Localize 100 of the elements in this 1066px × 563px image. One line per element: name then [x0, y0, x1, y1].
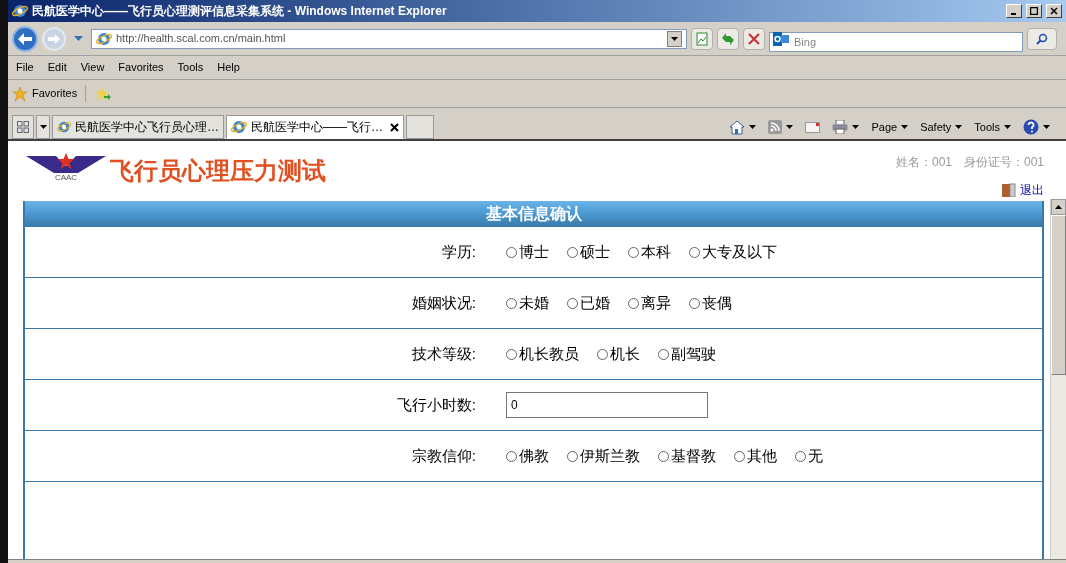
compatibility-button[interactable]	[691, 27, 713, 50]
radio-button[interactable]	[506, 297, 517, 309]
browser-tab[interactable]: 民航医学中心飞行员心理…	[52, 115, 224, 139]
menu-item[interactable]: View	[80, 59, 105, 76]
radio-button[interactable]	[506, 246, 517, 258]
radio-button[interactable]	[658, 450, 669, 462]
radio-button[interactable]	[567, 246, 578, 258]
radio-option[interactable]: 博士	[506, 240, 549, 264]
feeds-button[interactable]	[768, 120, 794, 134]
maximize-icon	[1030, 7, 1038, 15]
url-text: http://health.scal.com.cn/main.html	[116, 31, 287, 47]
close-button[interactable]	[1046, 4, 1062, 18]
tab-list-button[interactable]	[36, 115, 50, 139]
field-label: 飞行小时数:	[396, 394, 476, 415]
radio-option[interactable]: 已婚	[567, 291, 610, 315]
logout-link[interactable]: 退出	[1002, 181, 1044, 199]
address-field[interactable]: http://health.scal.com.cn/main.html	[91, 28, 687, 49]
refresh-button[interactable]	[717, 27, 739, 50]
close-icon	[747, 31, 761, 46]
caret-icon	[852, 125, 860, 129]
radio-button[interactable]	[628, 297, 639, 309]
caret-icon	[786, 125, 794, 129]
feed-icon	[768, 120, 783, 134]
radio-button[interactable]	[689, 297, 700, 309]
maximize-button[interactable]	[1026, 4, 1042, 18]
menu-item[interactable]: Favorites	[118, 59, 164, 76]
grid-icon	[17, 121, 29, 133]
url-dropdown[interactable]	[667, 30, 682, 47]
radio-option[interactable]: 副驾驶	[658, 342, 716, 366]
print-button[interactable]	[832, 120, 860, 134]
hours-field[interactable]: 0	[506, 392, 708, 418]
radio-option[interactable]: 佛教	[506, 444, 549, 468]
app-title: 飞行员心理压力测试	[110, 159, 326, 183]
radio-option[interactable]: 机长教员	[506, 342, 579, 366]
envelope-icon	[805, 121, 821, 133]
star-icon	[12, 85, 28, 102]
home-button[interactable]	[729, 119, 757, 135]
caret-icon	[955, 125, 963, 129]
radio-option[interactable]: 本科	[628, 240, 671, 264]
command-menu[interactable]: Tools	[974, 118, 1011, 136]
radio-button[interactable]	[658, 348, 669, 360]
caret-icon	[749, 125, 757, 129]
radio-option[interactable]: 大专及以下	[689, 240, 777, 264]
search-field[interactable]: Bing	[769, 31, 1023, 52]
radio-button[interactable]	[506, 348, 517, 360]
star-arrow-icon	[94, 85, 113, 102]
refresh-icon	[721, 31, 735, 46]
radio-option[interactable]: 无	[795, 444, 823, 468]
minimize-button[interactable]	[1006, 4, 1022, 18]
search-icon	[1036, 32, 1048, 45]
quick-tabs-button[interactable]	[12, 115, 34, 139]
field-label: 宗教信仰:	[411, 445, 476, 466]
radio-option[interactable]: 未婚	[506, 291, 549, 315]
radio-button[interactable]	[689, 246, 700, 258]
radio-button[interactable]	[567, 297, 578, 309]
help-icon	[1023, 119, 1039, 135]
door-icon	[1002, 183, 1016, 197]
back-button[interactable]	[12, 25, 38, 52]
menu-item[interactable]: Help	[217, 59, 240, 76]
radio-button[interactable]	[628, 246, 639, 258]
house-icon	[729, 119, 746, 135]
mail-button[interactable]	[805, 121, 821, 133]
search-button[interactable]	[1027, 27, 1057, 50]
command-menu[interactable]: Page	[871, 118, 909, 136]
close-icon[interactable]	[390, 122, 399, 132]
arrow-left-icon	[18, 32, 32, 45]
radio-button[interactable]	[597, 348, 608, 360]
page-chart-icon	[695, 31, 709, 46]
field-label: 技术等级:	[411, 343, 476, 364]
caret-icon	[1004, 125, 1011, 129]
form-title: 基本信息确认	[485, 204, 582, 224]
scroll-thumb[interactable]	[1051, 215, 1066, 375]
browser-tab[interactable]: 民航医学中心——飞行…	[226, 115, 404, 139]
radio-button[interactable]	[567, 450, 578, 462]
radio-option[interactable]: 丧偶	[689, 291, 732, 315]
menu-item[interactable]: Edit	[47, 59, 67, 76]
command-menu[interactable]: Safety	[920, 118, 963, 136]
radio-option[interactable]: 硕士	[567, 240, 610, 264]
menu-item[interactable]: File	[16, 59, 34, 76]
radio-option[interactable]: 其他	[734, 444, 777, 468]
window-title: 民航医学中心——飞行员心理测评信息采集系统 - Windows Internet Explorer	[32, 3, 447, 20]
radio-button[interactable]	[795, 450, 806, 462]
radio-button[interactable]	[734, 450, 745, 462]
menu-item[interactable]: Tools	[177, 59, 204, 76]
scroll-up-button[interactable]	[1051, 199, 1066, 215]
radio-button[interactable]	[506, 450, 517, 462]
globe-e-icon	[231, 119, 247, 135]
logo-text: CAAC	[54, 174, 78, 182]
printer-icon	[832, 120, 849, 134]
help-button[interactable]	[1023, 119, 1050, 135]
radio-option[interactable]: 离异	[628, 291, 671, 315]
stop-button[interactable]	[743, 27, 765, 50]
up-arrow-icon	[1055, 205, 1062, 209]
radio-option[interactable]: 伊斯兰教	[567, 444, 640, 468]
field-label: 学历:	[441, 241, 476, 262]
radio-option[interactable]: 基督教	[658, 444, 716, 468]
caret-icon	[39, 125, 47, 129]
radio-option[interactable]: 机长	[597, 342, 640, 366]
caret-icon	[671, 36, 678, 41]
favorites-button[interactable]: Favorites	[12, 85, 87, 102]
